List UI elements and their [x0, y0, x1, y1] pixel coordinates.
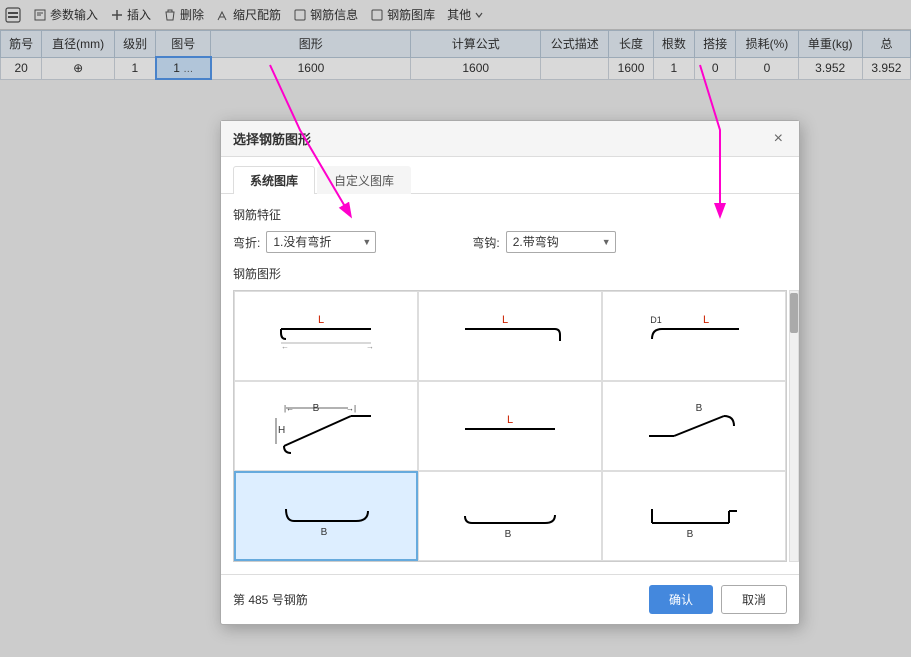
rebar-cell-6[interactable]: B: [234, 471, 418, 561]
svg-text:L: L: [507, 414, 513, 426]
hook-select-wrapper: 2.带弯钩: [506, 231, 616, 253]
bend-prop: 弯折: 1.没有弯折: [233, 231, 376, 253]
tab-bar: 系统图库 自定义图库: [221, 157, 799, 194]
rebar-scrollbar-thumb: [790, 293, 798, 333]
hook-label: 弯钩:: [472, 234, 499, 251]
svg-text:B: B: [687, 529, 694, 540]
svg-text:B: B: [321, 527, 328, 538]
confirm-button[interactable]: 确认: [649, 585, 713, 614]
bend-select-wrapper: 1.没有弯折: [266, 231, 376, 253]
svg-text:H: H: [278, 425, 285, 436]
rebar-cell-0[interactable]: L ← →: [234, 291, 418, 381]
modal-footer: 第 485 号钢筋 确认 取消: [221, 574, 799, 624]
hook-select[interactable]: 2.带弯钩: [506, 231, 616, 253]
modal-close-button[interactable]: ×: [770, 131, 787, 147]
tab-system-lib[interactable]: 系统图库: [233, 166, 315, 194]
modal-body: 钢筋特征 弯折: 1.没有弯折 弯钩: 2.带弯钩 钢筋图形: [221, 194, 799, 574]
svg-text:→: →: [366, 342, 374, 351]
hook-prop: 弯钩: 2.带弯钩: [472, 231, 615, 253]
cancel-button[interactable]: 取消: [721, 585, 787, 614]
svg-text:B: B: [505, 529, 512, 540]
bend-select[interactable]: 1.没有弯折: [266, 231, 376, 253]
svg-text:→|: →|: [346, 404, 356, 413]
shapes-section-label: 钢筋图形: [233, 265, 787, 282]
bend-label: 弯折:: [233, 234, 260, 251]
svg-text:L: L: [703, 314, 709, 326]
tab-custom-lib[interactable]: 自定义图库: [317, 166, 411, 194]
rebar-grid: L ← → L: [233, 290, 787, 562]
footer-buttons: 确认 取消: [649, 585, 787, 614]
props-section-label: 钢筋特征: [233, 206, 787, 223]
svg-text:L: L: [318, 314, 324, 326]
footer-info: 第 485 号钢筋: [233, 591, 308, 608]
modal-title-bar: 选择钢筋图形 ×: [221, 121, 799, 157]
modal-select-rebar-shape: 选择钢筋图形 × 系统图库 自定义图库 钢筋特征 弯折: 1.没有弯折 弯钩: …: [220, 120, 800, 625]
rebar-scrollbar[interactable]: [789, 290, 799, 562]
svg-text:D1: D1: [650, 315, 662, 325]
rebar-cell-8[interactable]: B: [602, 471, 786, 561]
rebar-cell-7[interactable]: B: [418, 471, 602, 561]
rebar-cell-5[interactable]: B: [602, 381, 786, 471]
modal-title: 选择钢筋图形: [233, 129, 311, 148]
rebar-cell-3[interactable]: B |← →| H: [234, 381, 418, 471]
svg-text:←: ←: [281, 342, 289, 351]
rebar-cell-4[interactable]: L: [418, 381, 602, 471]
rebar-cell-1[interactable]: L: [418, 291, 602, 381]
svg-text:L: L: [502, 314, 508, 326]
svg-text:B: B: [696, 403, 703, 414]
rebar-grid-container: L ← → L: [233, 290, 787, 562]
rebar-cell-2[interactable]: D1 L: [602, 291, 786, 381]
svg-text:B: B: [313, 403, 320, 414]
svg-text:|←: |←: [284, 404, 294, 413]
props-row: 弯折: 1.没有弯折 弯钩: 2.带弯钩: [233, 231, 787, 253]
